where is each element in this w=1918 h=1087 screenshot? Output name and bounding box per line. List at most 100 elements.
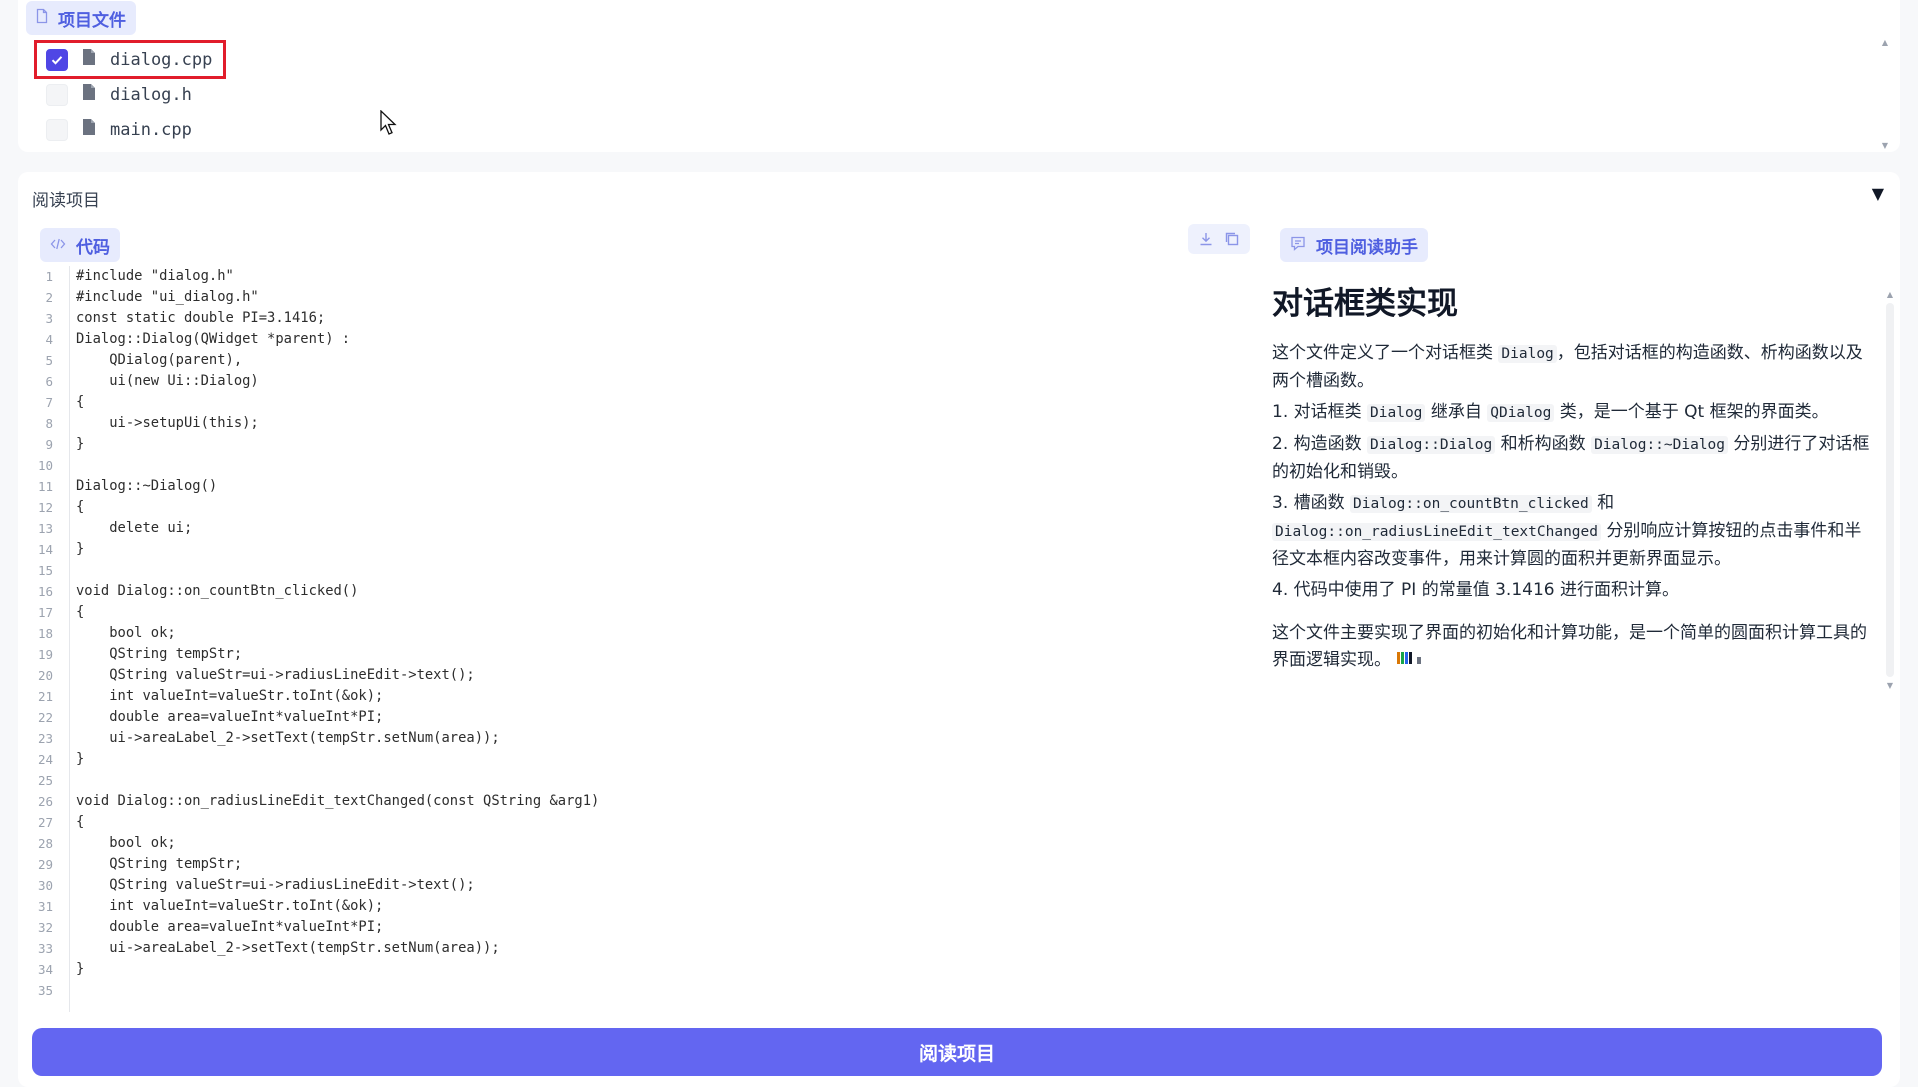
assistant-point-3: 3. 槽函数 Dialog::on_countBtn_clicked 和 Dia…	[1272, 493, 1862, 569]
code-line: }	[76, 751, 85, 767]
line-number: 5	[45, 353, 53, 368]
code-line: #include "dialog.h"	[76, 268, 234, 284]
project-files-title: 项目文件	[58, 10, 126, 31]
line-number: 23	[37, 731, 53, 746]
line-number: 17	[37, 605, 53, 620]
code-line: {	[76, 499, 85, 515]
line-number: 26	[37, 794, 53, 809]
read-project-button[interactable]: 阅读项目	[32, 1028, 1882, 1076]
file-checkbox[interactable]	[46, 48, 68, 71]
assistant-summary: 这个文件主要实现了界面的初始化和计算功能，是一个简单的圆面积计算工具的界面逻辑实…	[1272, 623, 1867, 670]
file-icon	[34, 8, 50, 28]
file-item-main-cpp[interactable]: main.cpp	[36, 112, 224, 147]
file-name: dialog.h	[110, 84, 192, 105]
code-label: 代码	[40, 228, 120, 262]
file-checkbox[interactable]	[46, 83, 68, 106]
line-number: 11	[37, 479, 53, 494]
inline-code: Dialog::on_countBtn_clicked	[1350, 495, 1592, 513]
download-button[interactable]	[1194, 228, 1218, 250]
document-icon	[82, 83, 96, 106]
document-icon	[82, 48, 96, 71]
assistant-point-2: 2. 构造函数 Dialog::Dialog 和析构函数 Dialog::~Di…	[1272, 434, 1870, 482]
code-line: const static double PI=3.1416;	[76, 310, 326, 326]
typing-cursor-icon	[1396, 650, 1424, 670]
code-line: QString tempStr;	[76, 646, 243, 662]
scroll-down-icon[interactable]: ▼	[1887, 681, 1893, 690]
scroll-track[interactable]	[1886, 303, 1894, 677]
code-toolbar	[1188, 224, 1250, 254]
code-line: bool ok;	[76, 625, 176, 641]
code-line: double area=valueInt*valueInt*PI;	[76, 919, 384, 935]
file-item-dialog-h[interactable]: dialog.h	[36, 77, 224, 112]
line-number: 29	[37, 857, 53, 872]
scroll-up-icon[interactable]: ▲	[1887, 290, 1893, 299]
line-number: 13	[37, 521, 53, 536]
inline-code: Dialog	[1367, 404, 1426, 422]
line-number: 3	[45, 311, 53, 326]
file-name: main.cpp	[110, 119, 192, 140]
inline-code: Dialog::~Dialog	[1591, 436, 1729, 454]
code-line: #include "ui_dialog.h"	[76, 289, 259, 305]
read-project-header: 阅读项目	[32, 191, 100, 211]
scroll-down-icon[interactable]: ▼	[1882, 141, 1888, 150]
line-number: 31	[37, 899, 53, 914]
code-line: QDialog(parent),	[76, 352, 243, 368]
chat-icon	[1290, 235, 1306, 255]
inline-code: QDialog	[1487, 404, 1555, 422]
file-item-dialog-cpp[interactable]: dialog.cpp	[33, 40, 227, 79]
code-line: }	[76, 436, 85, 452]
line-number: 14	[37, 542, 53, 557]
code-line: }	[76, 541, 85, 557]
code-content: #include "dialog.h" #include "ui_dialog.h…	[76, 266, 599, 1001]
code-line: QString tempStr;	[76, 856, 243, 872]
checkmark-icon	[51, 55, 63, 65]
assistant-intro: 这个文件定义了一个对话框类 Dialog ，包括对话框的构造函数、析构函数以及两个…	[1272, 343, 1863, 391]
code-line: void Dialog::on_countBtn_clicked()	[76, 583, 359, 599]
code-line: QString valueStr=ui->radiusLineEdit->tex…	[76, 877, 475, 893]
project-files-label: 项目文件	[26, 1, 136, 35]
line-number: 6	[45, 374, 53, 389]
line-number: 9	[45, 437, 53, 452]
code-line: QString valueStr=ui->radiusLineEdit->tex…	[76, 667, 475, 683]
file-list: dialog.cpp dialog.h main.cpp	[33, 40, 227, 147]
line-number: 22	[37, 710, 53, 725]
line-number: 10	[37, 458, 53, 473]
line-number: 35	[37, 983, 53, 998]
scroll-up-icon[interactable]: ▲	[1882, 38, 1888, 47]
code-line: {	[76, 814, 85, 830]
line-number: 16	[37, 584, 53, 599]
code-line: void Dialog::on_radiusLineEdit_textChang…	[76, 793, 600, 809]
line-number: 30	[37, 878, 53, 893]
line-number: 8	[45, 416, 53, 431]
collapse-triangle-icon[interactable]: ▼	[1872, 184, 1884, 203]
inline-code: Dialog	[1498, 345, 1557, 363]
line-number: 2	[45, 290, 53, 305]
code-line: {	[76, 604, 85, 620]
assistant-scrollbar[interactable]: ▲ ▼	[1884, 290, 1896, 690]
copy-icon	[1225, 232, 1239, 246]
file-list-scrollbar[interactable]: ▲ ▼	[1878, 38, 1892, 150]
mouse-cursor-icon	[380, 110, 397, 135]
copy-button[interactable]	[1220, 228, 1244, 250]
code-line: Dialog::Dialog(QWidget *parent) :	[76, 331, 351, 347]
file-checkbox[interactable]	[46, 118, 68, 141]
assistant-label: 项目阅读助手	[1280, 228, 1428, 262]
code-line: {	[76, 394, 85, 410]
line-number: 18	[37, 626, 53, 641]
line-number: 25	[37, 773, 53, 788]
code-line: ui->areaLabel_2->setText(tempStr.setNum(…	[76, 940, 500, 956]
line-number: 1	[45, 269, 53, 284]
assistant-response: 对话框类实现 这个文件定义了一个对话框类 Dialog ，包括对话框的构造函数、析…	[1272, 282, 1872, 702]
assistant-point-4: 4. 代码中使用了 PI 的常量值 3.1416 进行面积计算。	[1272, 580, 1679, 600]
code-viewer[interactable]: 1 2 3 4 5 6 7 8 9 10 11 12 13 14 15 16 17 18 19 20 21 22 23 24 2…	[18, 266, 1248, 1012]
read-project-panel: 阅读项目 ▼ 代码 项目阅读助手 1 2 3 4 5 6 7 8 9 10 11 12 13 14 15 16…	[18, 172, 1900, 1087]
assistant-label-text: 项目阅读助手	[1316, 237, 1418, 258]
line-number: 33	[37, 941, 53, 956]
line-number: 21	[37, 689, 53, 704]
file-name: dialog.cpp	[110, 49, 213, 70]
line-number: 20	[37, 668, 53, 683]
